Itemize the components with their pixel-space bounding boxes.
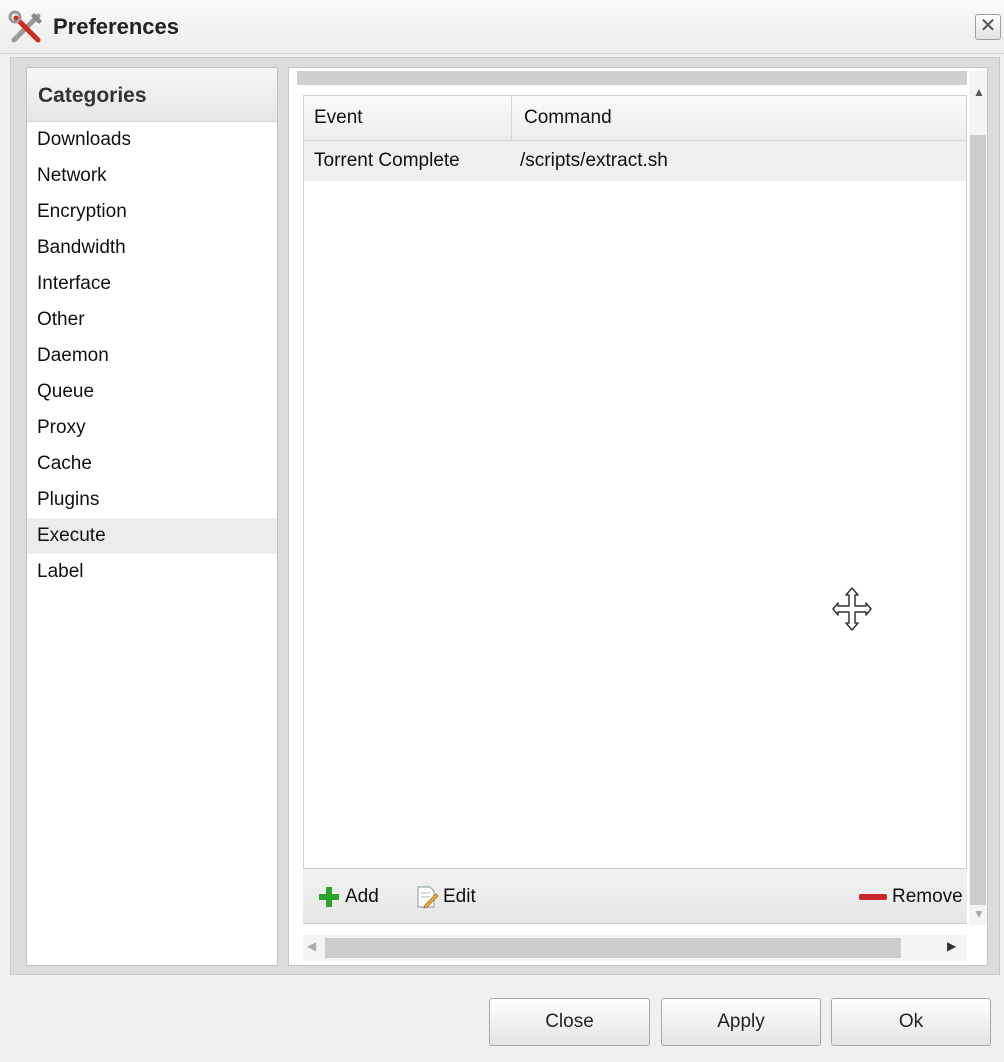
commands-grid: Event Command Torrent Complete /scripts/…	[303, 95, 967, 924]
scroll-up-icon[interactable]: ▲	[973, 85, 985, 99]
ok-button[interactable]: Ok	[831, 998, 991, 1046]
scroll-right-icon[interactable]: ▶	[947, 939, 956, 953]
horizontal-scrollbar[interactable]: ◀ ▶	[303, 935, 967, 961]
edit-icon	[417, 886, 439, 909]
vertical-scrollbar[interactable]: ▲ ▼	[969, 71, 987, 925]
categories-list: Downloads Network Encryption Bandwidth I…	[27, 122, 277, 590]
category-item-label[interactable]: Label	[27, 554, 277, 590]
window-title: Preferences	[53, 14, 179, 39]
categories-header: Categories	[27, 68, 277, 122]
add-label: Add	[345, 886, 379, 907]
close-icon: ✕	[979, 15, 997, 37]
tools-icon	[8, 10, 42, 43]
edit-button[interactable]: Edit	[415, 881, 476, 913]
category-item-cache[interactable]: Cache	[27, 446, 277, 482]
vertical-scroll-thumb[interactable]	[970, 135, 986, 905]
remove-button[interactable]: Remove	[858, 881, 963, 913]
plus-icon	[319, 887, 339, 907]
column-header-command[interactable]: Command	[512, 96, 966, 141]
close-window-button[interactable]: ✕	[975, 14, 1001, 40]
scroll-left-icon[interactable]: ◀	[307, 939, 316, 953]
remove-label: Remove	[892, 886, 963, 907]
category-item-plugins[interactable]: Plugins	[27, 482, 277, 518]
grid-toolbar: Add Edit Remove	[303, 868, 967, 924]
edit-label: Edit	[443, 886, 476, 907]
category-item-encryption[interactable]: Encryption	[27, 194, 277, 230]
panel-top-strip	[297, 71, 967, 85]
category-item-other[interactable]: Other	[27, 302, 277, 338]
grid-header: Event Command	[304, 96, 966, 141]
category-item-interface[interactable]: Interface	[27, 266, 277, 302]
cell-event: Torrent Complete	[314, 150, 460, 171]
title-bar: Preferences ✕	[0, 0, 1004, 54]
horizontal-scroll-thumb[interactable]	[325, 938, 901, 958]
category-item-queue[interactable]: Queue	[27, 374, 277, 410]
close-button[interactable]: Close	[489, 998, 650, 1046]
add-button[interactable]: Add	[317, 881, 379, 913]
category-item-daemon[interactable]: Daemon	[27, 338, 277, 374]
move-cursor-icon	[832, 587, 872, 631]
category-item-bandwidth[interactable]: Bandwidth	[27, 230, 277, 266]
execute-panel: Event Command Torrent Complete /scripts/…	[288, 67, 988, 966]
apply-button[interactable]: Apply	[661, 998, 821, 1046]
minus-icon	[859, 894, 887, 900]
column-header-event[interactable]: Event	[304, 96, 512, 141]
preferences-dialog: Preferences ✕ Categories Downloads Netwo…	[0, 0, 1004, 1062]
category-item-network[interactable]: Network	[27, 158, 277, 194]
category-item-execute[interactable]: Execute	[27, 518, 277, 554]
categories-panel: Categories Downloads Network Encryption …	[26, 67, 278, 966]
scroll-down-icon[interactable]: ▼	[973, 907, 985, 921]
category-item-proxy[interactable]: Proxy	[27, 410, 277, 446]
cell-command: /scripts/extract.sh	[520, 150, 668, 171]
category-item-downloads[interactable]: Downloads	[27, 122, 277, 158]
table-row[interactable]: Torrent Complete /scripts/extract.sh	[304, 141, 966, 181]
